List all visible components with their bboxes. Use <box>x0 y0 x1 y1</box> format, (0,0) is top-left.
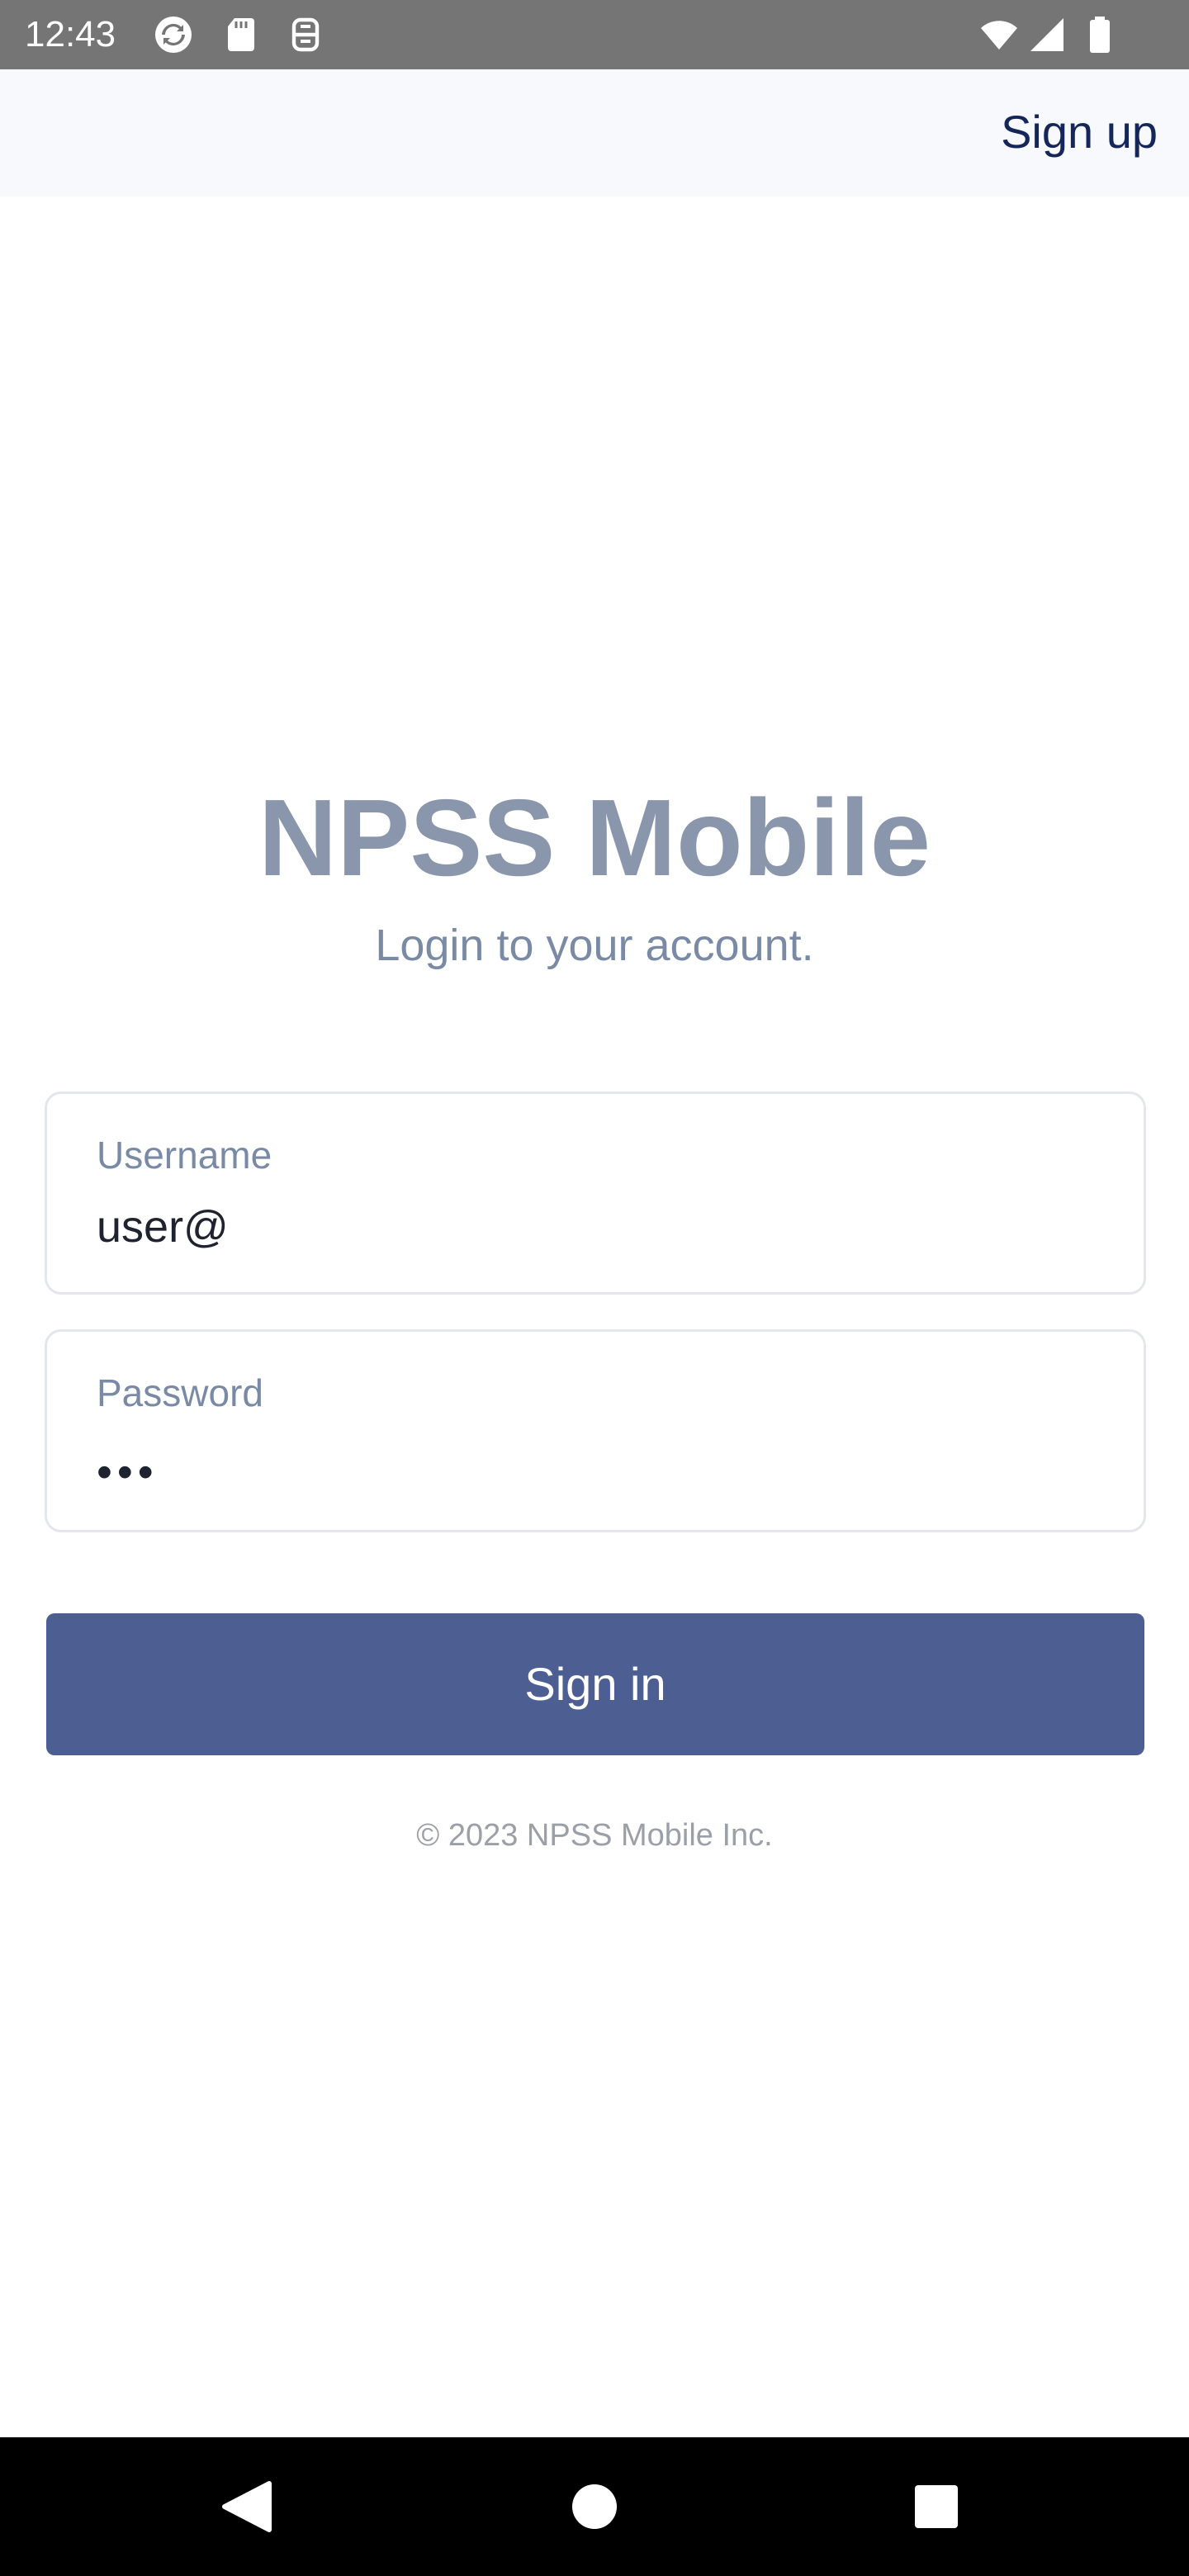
cell-signal-icon <box>1026 15 1068 54</box>
navigation-bar <box>0 2437 1189 2576</box>
username-input[interactable]: user@ <box>97 1198 229 1256</box>
sign-up-link[interactable]: Sign up <box>1001 102 1158 162</box>
status-bar: 12:43 <box>0 0 1189 69</box>
app-title: NPSS Mobile <box>258 777 931 898</box>
password-input[interactable]: ••• <box>97 1447 159 1497</box>
sd-card-icon <box>220 15 263 54</box>
login-subtitle: Login to your account. <box>375 921 814 970</box>
top-app-bar: Sign up <box>0 69 1189 197</box>
password-field[interactable]: Password ••• <box>45 1329 1146 1532</box>
back-icon[interactable] <box>182 2437 314 2576</box>
sign-in-button[interactable]: Sign in <box>46 1613 1144 1755</box>
username-label: Username <box>97 1134 272 1177</box>
accessibility-icon <box>284 15 327 54</box>
recents-icon[interactable] <box>870 2437 1002 2576</box>
username-field[interactable]: Username user@ <box>45 1091 1146 1295</box>
sync-icon <box>152 15 195 54</box>
wifi-icon <box>978 15 1021 54</box>
copyright-text: © 2023 NPSS Mobile Inc. <box>416 1818 773 1853</box>
status-time: 12:43 <box>25 14 116 54</box>
home-icon[interactable] <box>528 2437 661 2576</box>
battery-icon <box>1078 15 1121 54</box>
password-label: Password <box>97 1371 263 1414</box>
